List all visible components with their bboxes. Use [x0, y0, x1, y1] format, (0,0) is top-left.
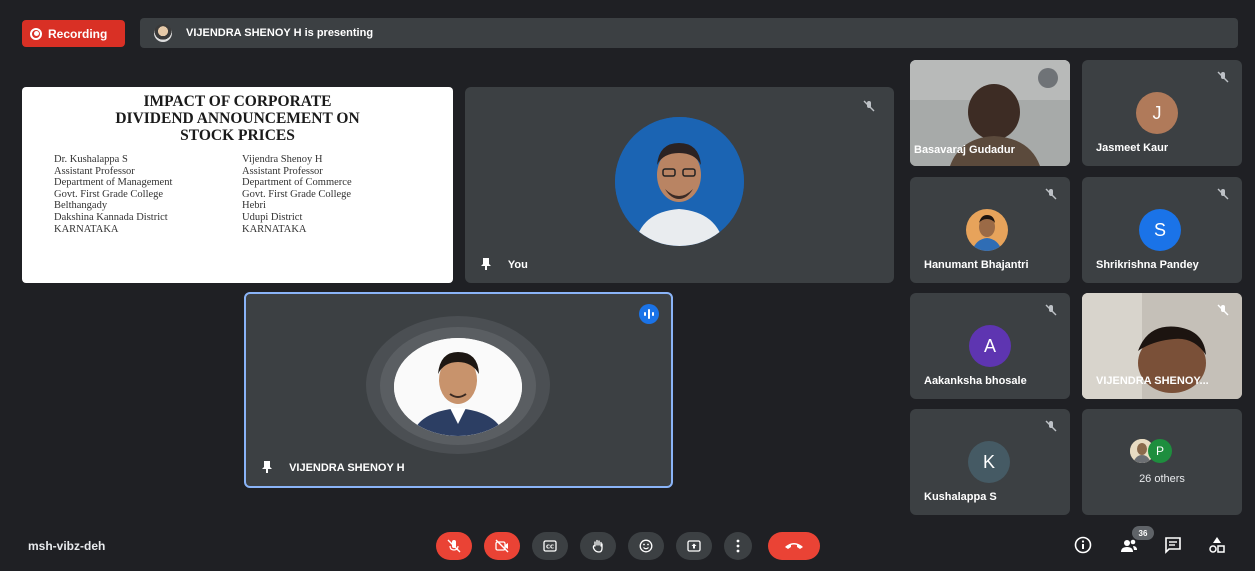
captions-button[interactable]: CC — [532, 532, 568, 560]
slide-text: Hebri — [242, 200, 266, 212]
recording-button[interactable]: Recording — [22, 20, 125, 47]
tile-name-speaker: VIJENDRA SHENOY H — [289, 462, 405, 474]
participant-count-badge: 36 — [1132, 526, 1154, 540]
tile-basavaraj[interactable]: Basavaraj Gudadur — [910, 60, 1070, 166]
tile-aakanksha[interactable]: A Aakanksha bhosale — [910, 293, 1070, 399]
slide-text: Dakshina Kannada District — [54, 211, 168, 223]
pin-icon — [262, 461, 272, 473]
activities-icon[interactable] — [1207, 535, 1227, 555]
slide-text: Dr. Kushalappa S — [54, 154, 128, 165]
presenting-banner[interactable]: VIJENDRA SHENOY H is presenting — [140, 18, 1238, 48]
mic-toggle-button[interactable] — [436, 532, 472, 560]
tile-name-hanumant: Hanumant Bhajantri — [924, 259, 1029, 271]
reactions-button[interactable] — [628, 532, 664, 560]
recording-label: Recording — [48, 26, 108, 41]
camera-toggle-button[interactable] — [484, 532, 520, 560]
present-icon — [687, 540, 701, 552]
mic-off-icon — [1038, 68, 1058, 88]
tile-name-jasmeet: Jasmeet Kaur — [1096, 142, 1169, 154]
svg-text:CC: CC — [546, 545, 554, 551]
slide-title-line: IMPACT OF CORPORATE — [143, 93, 332, 110]
slide-text: Govt. First Grade College — [54, 188, 164, 200]
raise-hand-button[interactable] — [580, 532, 616, 560]
hand-icon — [592, 539, 603, 553]
mic-off-icon — [1045, 188, 1057, 200]
slide-text: KARNATAKA — [242, 223, 307, 235]
slide-text: Belthangady — [54, 200, 108, 212]
slide-title-line: DIVIDEND ANNOUNCEMENT ON — [115, 110, 360, 127]
more-vert-icon — [736, 539, 740, 553]
mic-off-icon — [1217, 188, 1229, 200]
chat-icon[interactable] — [1163, 535, 1183, 555]
more-options-button[interactable] — [724, 532, 752, 560]
speaker-avatar — [394, 338, 522, 436]
emoji-icon — [639, 539, 653, 553]
bottom-bar: msh-vibz-deh CC — [0, 520, 1255, 571]
top-bar: Recording VIJENDRA SHENOY H is presentin… — [0, 0, 1255, 60]
slide-text: Assistant Professor — [242, 165, 323, 177]
recording-icon — [30, 27, 42, 40]
captions-icon: CC — [543, 540, 557, 552]
you-avatar — [615, 117, 744, 246]
mic-off-icon — [1045, 304, 1057, 316]
presentation-slide[interactable]: IMPACT OF CORPORATE DIVIDEND ANNOUNCEMEN… — [22, 87, 453, 283]
tile-shrikrishna[interactable]: S Shrikrishna Pandey — [1082, 177, 1242, 283]
speaking-indicator-icon — [639, 304, 659, 324]
tile-active-speaker[interactable]: VIJENDRA SHENOY H — [244, 292, 673, 488]
mic-off-icon — [447, 539, 461, 553]
hang-up-icon — [785, 543, 803, 549]
tile-name-aakanksha: Aakanksha bhosale — [924, 375, 1027, 387]
tile-jasmeet[interactable]: J Jasmeet Kaur — [1082, 60, 1242, 166]
mic-off-icon — [1217, 304, 1229, 316]
slide-author-left: Dr. Kushalappa S Assistant Professor Dep… — [54, 154, 242, 235]
slide-text: Udupi District — [242, 211, 303, 223]
slide-text: Vijendra Shenoy H — [242, 154, 323, 165]
info-icon[interactable] — [1073, 535, 1093, 555]
tile-name-basavaraj: Basavaraj Gudadur — [914, 144, 1015, 156]
others-avatar-p: P — [1148, 439, 1172, 463]
slide-text: Department of Management — [54, 177, 173, 189]
slide-title: IMPACT OF CORPORATE DIVIDEND ANNOUNCEMEN… — [22, 93, 453, 144]
tile-name-vijendra-camera: VIJENDRA SHENOY... — [1096, 375, 1209, 387]
present-screen-button[interactable] — [676, 532, 712, 560]
tile-name-shrikrishna: Shrikrishna Pandey — [1096, 259, 1199, 271]
camera-off-icon — [495, 539, 509, 553]
slide-title-line: STOCK PRICES — [180, 127, 295, 144]
avatar-kushalappa: K — [968, 441, 1010, 483]
avatar-jasmeet: J — [1136, 92, 1178, 134]
meeting-code: msh-vibz-deh — [28, 539, 106, 553]
slide-text: Department of Commerce — [242, 177, 352, 189]
others-count-label: 26 others — [1139, 473, 1185, 485]
avatar-aakanksha: A — [969, 325, 1011, 367]
tile-name-you: You — [507, 259, 528, 271]
tile-others[interactable]: P 26 others — [1082, 409, 1242, 515]
mic-off-icon — [1045, 420, 1057, 432]
tile-you[interactable]: You — [465, 87, 894, 283]
mic-off-icon — [863, 100, 875, 112]
leave-call-button[interactable] — [768, 532, 820, 560]
tile-hanumant[interactable]: Hanumant Bhajantri — [910, 177, 1070, 283]
slide-text: Govt. First Grade College — [242, 188, 352, 200]
pin-icon — [481, 258, 491, 270]
tile-name-kushalappa: Kushalappa S — [924, 491, 997, 503]
mic-off-icon — [1217, 71, 1229, 83]
tile-vijendra-camera[interactable]: VIJENDRA SHENOY... — [1082, 293, 1242, 399]
slide-author-right: Vijendra Shenoy H Assistant Professor De… — [242, 154, 430, 235]
tile-kushalappa[interactable]: K Kushalappa S — [910, 409, 1070, 515]
slide-text: Assistant Professor — [54, 165, 135, 177]
avatar-hanumant — [966, 209, 1008, 251]
slide-text: KARNATAKA — [54, 223, 119, 235]
presenting-text: VIJENDRA SHENOY H is presenting — [186, 27, 374, 39]
avatar-shrikrishna: S — [1139, 209, 1181, 251]
presenter-avatar — [154, 24, 172, 42]
